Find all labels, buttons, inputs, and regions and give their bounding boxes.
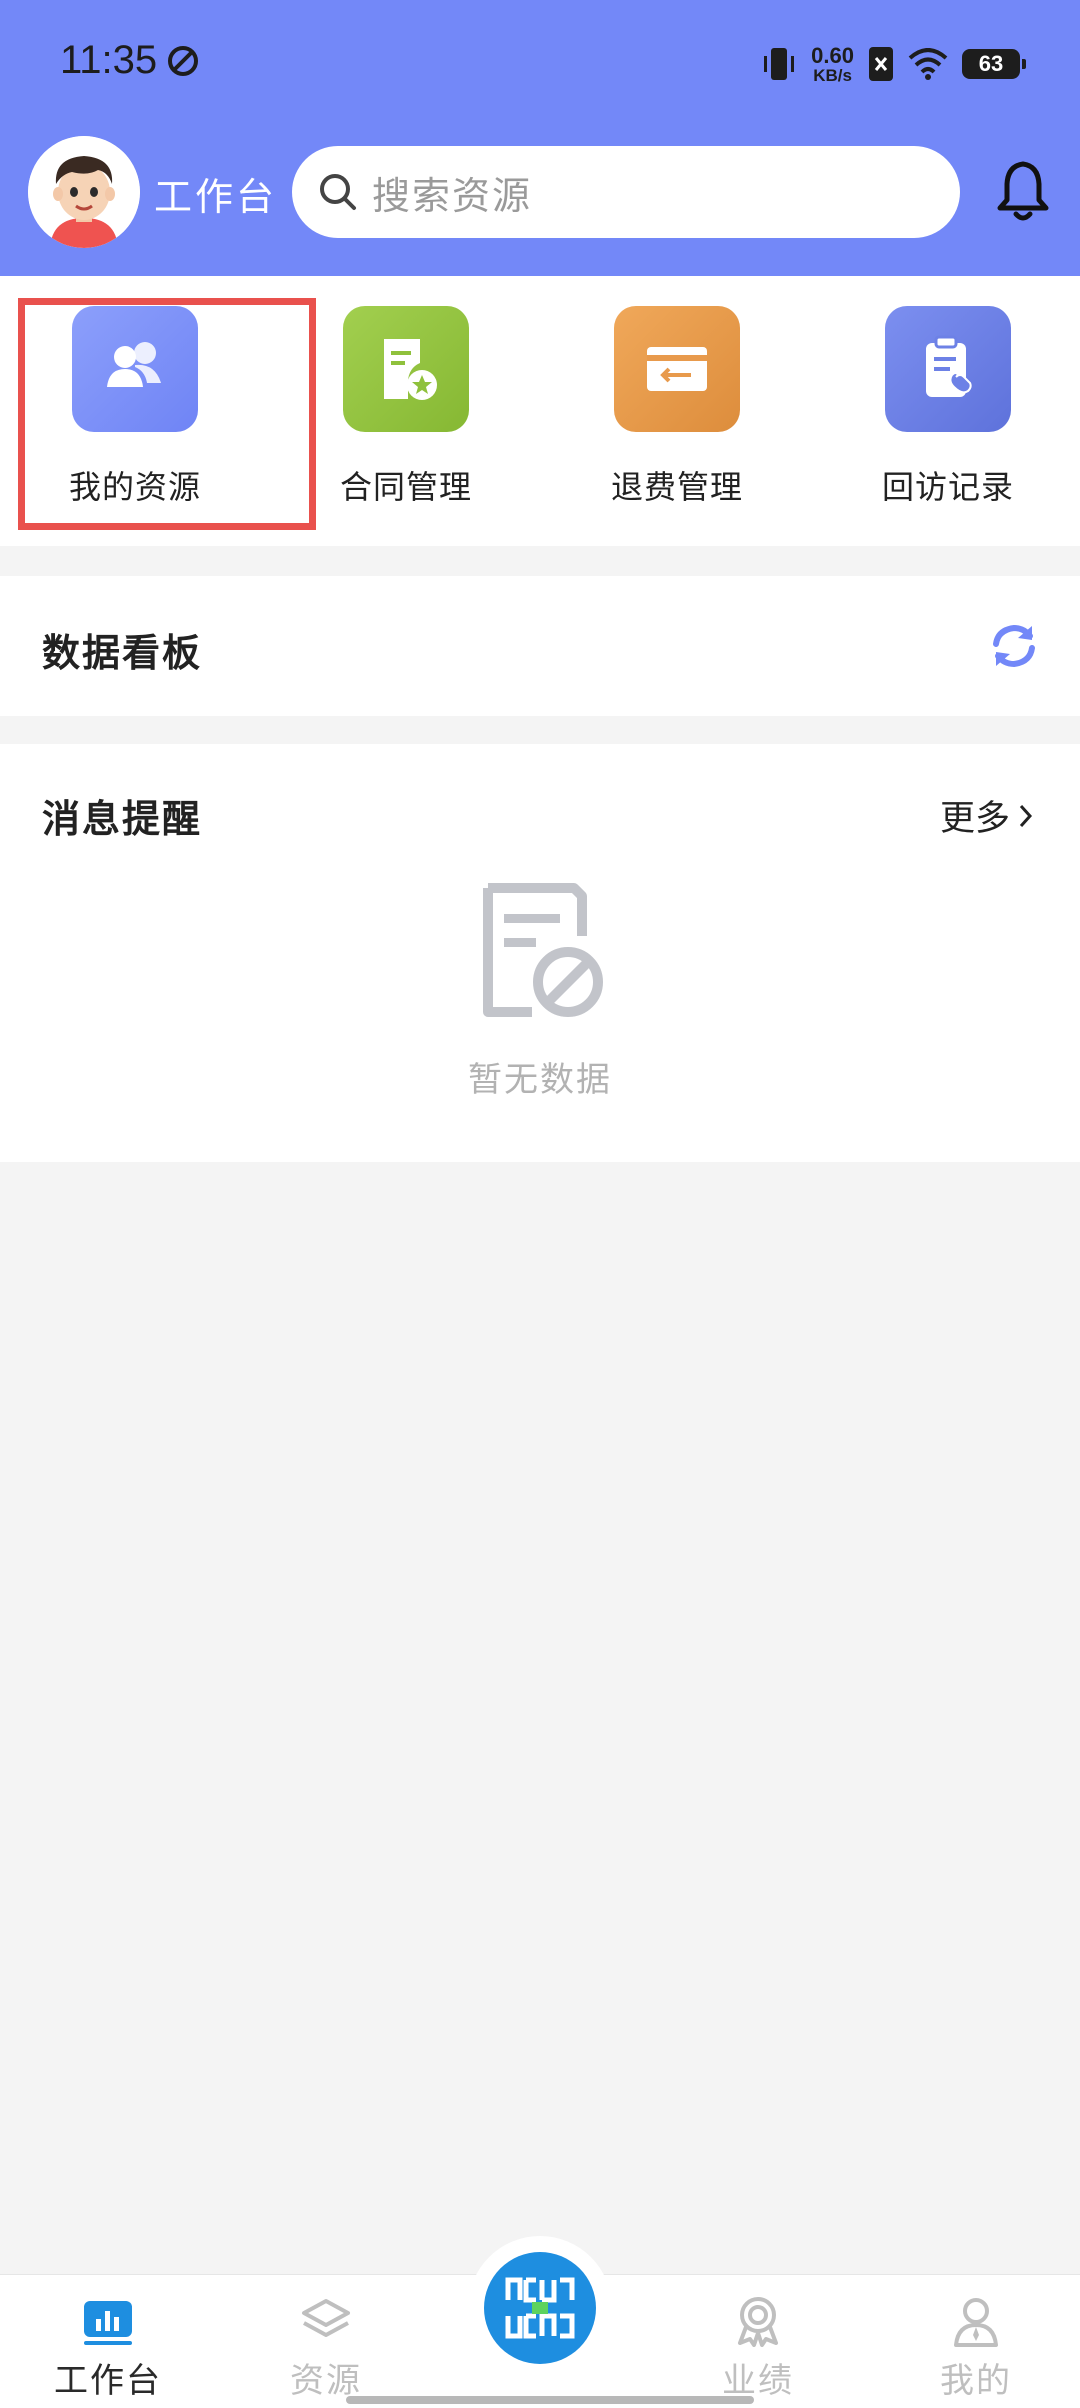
screen: 11:35 0.60 KB/s 63 工作台 搜索资源 我的资源 合同管理 退费… <box>0 0 1080 2408</box>
contract-icon <box>343 306 469 432</box>
more-label: 更多 <box>939 799 1010 839</box>
status-bar: 11:35 0.60 KB/s 63 <box>0 0 1080 128</box>
quick-action-my-resources[interactable]: 我的资源 <box>35 306 235 516</box>
search-input[interactable]: 搜索资源 <box>292 146 960 238</box>
dashboard-icon <box>84 2301 132 2345</box>
refresh-icon[interactable] <box>988 620 1040 672</box>
header: 11:35 0.60 KB/s 63 工作台 搜索资源 <box>0 0 1080 276</box>
nav-item-mine[interactable]: 我的 <box>896 2295 1056 2405</box>
network-speed-unit: KB/s <box>813 65 852 85</box>
avatar[interactable] <box>28 136 140 248</box>
home-indicator <box>346 2396 754 2404</box>
nav-item-workbench[interactable]: 工作台 <box>28 2295 188 2405</box>
app-logo-icon <box>505 2277 575 2339</box>
award-icon <box>738 2297 778 2347</box>
nav-item-resources[interactable]: 资源 <box>246 2295 406 2405</box>
scan-button[interactable] <box>484 2252 596 2364</box>
nav-item-performance[interactable]: 业绩 <box>678 2295 838 2405</box>
bell-icon[interactable] <box>996 158 1050 224</box>
clipboard-phone-icon <box>885 306 1011 432</box>
people-icon <box>72 306 198 432</box>
quick-action-refund-management[interactable]: 退费管理 <box>577 306 777 516</box>
network-speed: 0.60 KB/s <box>811 42 854 85</box>
quick-action-label: 我的资源 <box>68 468 201 506</box>
nav-label: 我的 <box>940 2361 1012 2401</box>
sync-status-icon <box>168 46 198 76</box>
avatar-image <box>28 136 140 248</box>
vibrate-icon <box>764 48 795 80</box>
refund-icon <box>614 306 740 432</box>
quick-action-label: 退费管理 <box>610 468 743 506</box>
sim-icon <box>869 47 893 81</box>
battery-indicator: 63 <box>962 49 1026 79</box>
empty-state-text: 暂无数据 <box>468 1060 612 1100</box>
chevron-right-icon <box>1019 804 1033 827</box>
nav-label: 工作台 <box>54 2361 162 2401</box>
layers-icon <box>302 2299 350 2337</box>
network-speed-value: 0.60 <box>811 42 854 68</box>
quick-action-label: 合同管理 <box>339 468 472 506</box>
quick-action-label: 回访记录 <box>881 468 1014 506</box>
quick-action-followup-records[interactable]: 回访记录 <box>848 306 1048 516</box>
more-link[interactable]: 更多 <box>940 790 1034 841</box>
quick-action-contract-management[interactable]: 合同管理 <box>306 306 506 516</box>
quick-actions: 我的资源 合同管理 退费管理 回访记录 <box>0 276 1080 546</box>
search-placeholder: 搜索资源 <box>372 173 533 218</box>
user-icon <box>954 2298 998 2347</box>
search-icon <box>320 174 356 210</box>
dashboard-card: 数据看板 <box>0 576 1080 716</box>
status-time: 11:35 <box>60 38 158 82</box>
wifi-icon <box>908 48 948 80</box>
nav-label: 资源 <box>290 2361 362 2401</box>
dashboard-title: 数据看板 <box>42 631 203 675</box>
nav-label: 业绩 <box>722 2361 794 2401</box>
page-title: 工作台 <box>154 175 278 219</box>
messages-title: 消息提醒 <box>42 797 203 841</box>
empty-document-icon <box>483 883 603 1017</box>
status-icons: 0.60 KB/s 63 <box>761 40 1026 88</box>
